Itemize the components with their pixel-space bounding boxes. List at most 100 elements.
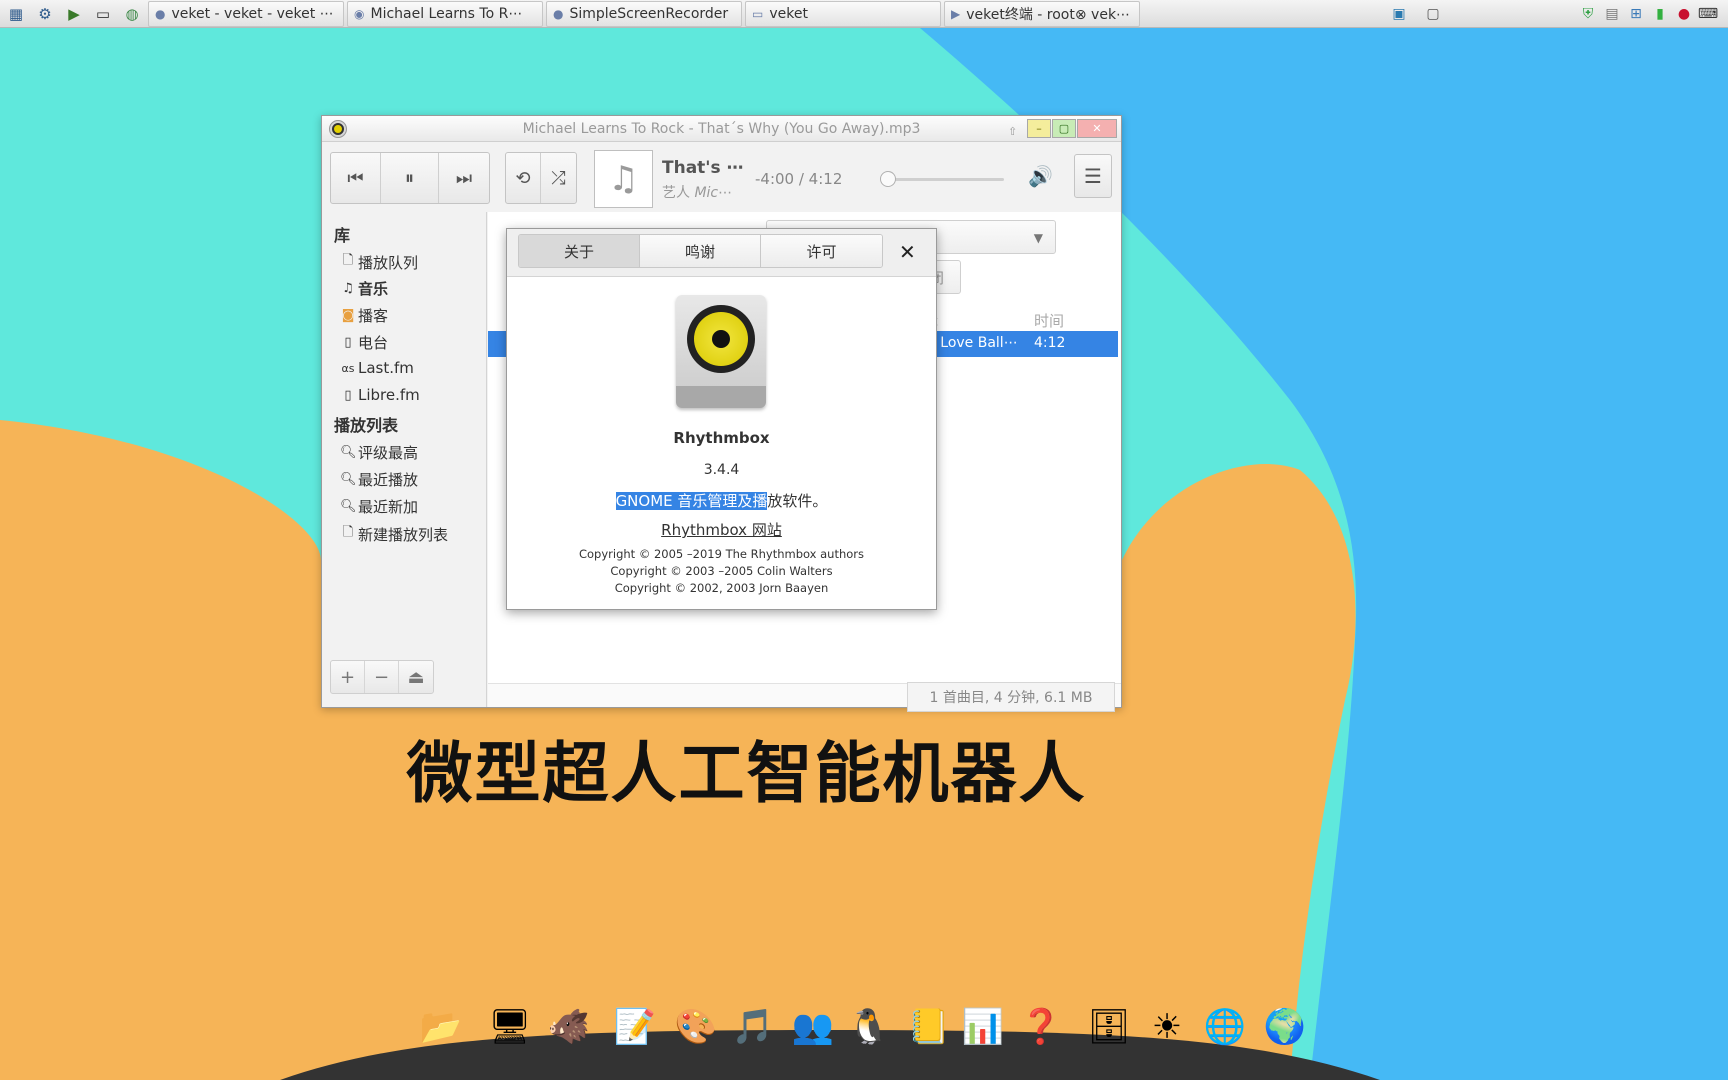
task-screen-recorder[interactable]: ● SimpleScreenRecorder [546,0,742,27]
files-icon[interactable]: 📂 [418,1002,464,1052]
pause-button[interactable]: ⏸ [381,153,439,203]
battery-icon[interactable]: ▮ [1649,3,1671,25]
radio-icon: ▯ [344,335,352,350]
sidebar-item-lastfm[interactable]: αs Last.fm [340,359,414,377]
shuffle-button[interactable]: ⤮ [541,153,576,203]
maximize-button[interactable]: ▢ [1052,119,1076,138]
terminal-icon[interactable]: ▭ [90,2,116,26]
rss-icon: ◙ [341,308,355,323]
task-rhythmbox[interactable]: ◉ Michael Learns To R⋯ [347,0,543,27]
hamburger-icon: ☰ [1084,164,1102,188]
network-globe-icon[interactable]: 🌐 [1202,1002,1248,1052]
remove-button[interactable]: − [365,661,399,693]
status-bar: 1 首曲目, 4 分钟, 6.1 MB [488,682,1121,712]
menu-button[interactable]: ☰ [1074,154,1112,198]
sidebar-item-podcasts[interactable]: ◙ 播客 [340,305,388,326]
sidebar-item-play-queue[interactable]: 🗋 播放队列 [340,251,418,273]
system-tray: ⛨ ▤ ⊞ ▮ ● ⌨ [1577,0,1721,28]
search-icon: 🔍︎ [340,472,357,487]
playlist-heading: 播放列表 [334,416,399,435]
playback-controls: ⏮ ⏸ ⏭ [330,152,490,204]
window-titlebar[interactable]: Michael Learns To Rock - That´s Why (You… [322,116,1121,142]
display-icon[interactable]: 🖥 [487,1002,533,1052]
rhythmbox-logo [676,295,766,408]
brightness-icon[interactable]: ☀ [1144,1002,1190,1052]
close-icon[interactable]: ✕ [899,240,916,264]
search-icon: 🔍︎ [340,499,357,514]
sidebar: 库 🗋 播放队列 ♫ 音乐 ◙ 播客 ▯ 电台 αs Last.fm ▯ Libre.fm … [322,212,487,707]
media-player-icon[interactable]: 🎵 [730,1002,776,1052]
globe-icon[interactable]: ◍ [119,2,145,26]
keyboard-icon[interactable]: ⌨ [1697,3,1719,25]
record-icon[interactable]: ● [1673,3,1695,25]
paint-icon[interactable]: 🎨 [673,1002,719,1052]
folder-icon: ▭ [752,6,764,21]
tab-license[interactable]: 许可 [761,235,882,267]
sidebar-footer: + − ⏏ [330,660,434,694]
task-terminal[interactable]: ▶ veket终端 - root⊗ vek⋯ [944,0,1140,27]
sidebar-item-top-rated[interactable]: 🔍︎ 评级最高 [340,442,418,463]
tab-bar: 关于 鸣谢 许可 [518,234,883,268]
volume-icon[interactable]: 🔊 [1028,164,1053,188]
play-icon[interactable]: ▶ [61,2,87,26]
add-button[interactable]: + [331,661,365,693]
sidebar-item-recently-added[interactable]: 🔍︎ 最近新加 [340,496,418,517]
monitor-icon[interactable]: ▣ [1388,3,1410,25]
activity-monitor-icon[interactable]: ▦ [3,2,29,26]
sidebar-item-recently-played[interactable]: 🔍︎ 最近播放 [340,469,418,490]
mascot-icon[interactable]: 🐗 [546,1002,592,1052]
sidebar-item-radio[interactable]: ▯ 电台 [340,332,388,353]
repeat-button[interactable]: ⟲ [506,153,541,203]
eject-button[interactable]: ⏏ [399,661,433,693]
close-window-button[interactable]: ✕ [1077,119,1117,138]
notes-icon[interactable]: 📝 [612,1002,658,1052]
chevron-down-icon: ▼ [1033,231,1043,245]
seek-slider[interactable] [879,171,1004,187]
library-heading: 库 [334,226,351,245]
app-version: 3.4.4 [703,462,740,478]
row-time: 4:12 [1034,335,1066,351]
top-panel: ▦ ⚙ ▶ ▭ ◍ ● veket - veket - veket ⋯ ◉ Mich… [0,0,1728,28]
window-icon[interactable]: ▢ [1422,3,1444,25]
sidebar-item-librefm[interactable]: ▯ Libre.fm [340,386,419,404]
lastfm-icon: αs [341,361,355,375]
tab-credits[interactable]: 鸣谢 [640,235,761,267]
radio-icon: ▯ [344,387,352,403]
chart-icon[interactable]: 📊 [960,1002,1006,1052]
time-position: -4:00 / 4:12 [755,170,843,188]
minimize-button[interactable]: – [1027,119,1051,138]
network-icon[interactable]: ⊞ [1625,3,1647,25]
arrow-up-icon[interactable]: ⇧ [1008,122,1017,141]
sidebar-item-new-playlist[interactable]: 🗋 新建播放列表 [340,523,448,545]
app-description[interactable]: GNOME 音乐管理及播放软件。 [507,490,936,511]
recorder-icon: ● [553,6,564,21]
task-browser[interactable]: ● veket - veket - veket ⋯ [148,0,344,27]
status-text: 1 首曲目, 4 分钟, 6.1 MB [907,682,1115,712]
album-art: ♫ [594,150,653,208]
notebook-icon[interactable]: 📒 [906,1002,952,1052]
page-icon: 🗋 [342,253,354,268]
gear-icon[interactable]: ⚙ [32,2,58,26]
shield-icon[interactable]: ⛨ [1577,3,1599,25]
help-icon[interactable]: ❓ [1018,1002,1064,1052]
website-link[interactable]: Rhythmbox 网站 [507,519,936,540]
copyright-line: Copyright © 2005 –2019 The Rhythmbox aut… [578,547,865,561]
web-browser-icon[interactable]: 🌍 [1262,1002,1308,1052]
seek-handle[interactable] [879,171,896,187]
music-note-icon: ♫ [608,159,639,199]
sidebar-item-music[interactable]: ♫ 音乐 [340,278,388,299]
window-title: Michael Learns To Rock - That´s Why (You… [522,121,921,137]
column-time[interactable]: 时间 [1034,310,1064,331]
next-button[interactable]: ⏭ [439,153,489,203]
penguin-icon[interactable]: 🐧 [846,1002,892,1052]
mode-controls: ⟲ ⤮ [505,152,577,204]
clipboard-icon[interactable]: ▤ [1601,3,1623,25]
tab-about[interactable]: 关于 [519,235,640,267]
page-icon: 🗋 [342,525,354,540]
about-dialog: 关于 鸣谢 许可 ✕ Rhythmbox 3.4.4 GNOME 音乐管理及播放… [506,228,937,610]
scanner-icon[interactable]: 🗄 [1086,1002,1132,1052]
task-folder[interactable]: ▭ veket [745,0,941,27]
video-caption: 微型超人工智能机器人 [406,735,1087,812]
previous-button[interactable]: ⏮ [331,153,381,203]
contacts-icon[interactable]: 👥 [790,1002,836,1052]
